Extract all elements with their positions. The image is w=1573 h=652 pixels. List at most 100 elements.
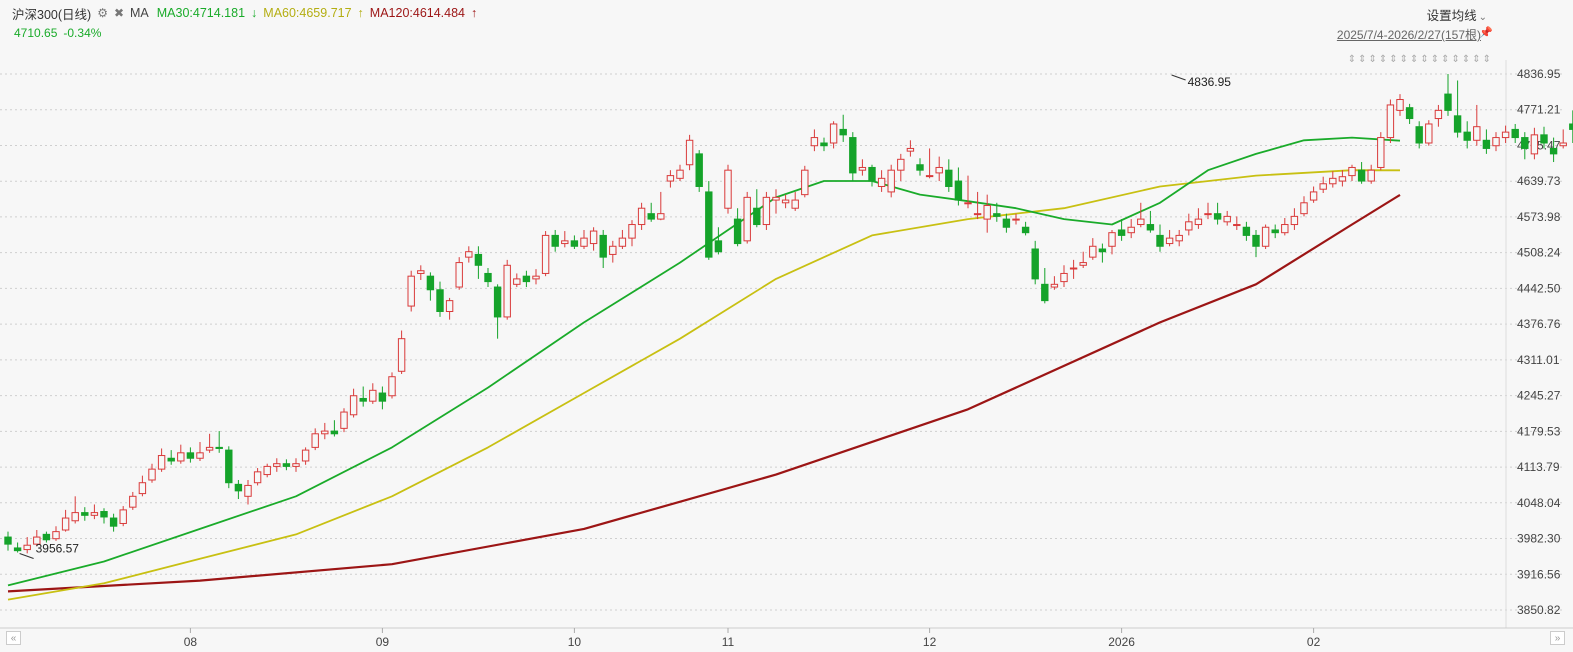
- candle-body: [1041, 283, 1049, 302]
- y-tick-label: 4771.21: [1517, 103, 1561, 117]
- x-tick-label: 10: [568, 635, 582, 649]
- candle-body: [157, 455, 166, 470]
- candle-body: [599, 234, 607, 258]
- candle-body: [1540, 134, 1548, 144]
- candle-body: [426, 275, 435, 291]
- candle-body: [522, 275, 531, 283]
- candle-body: [186, 452, 195, 459]
- candle-body: [609, 245, 617, 255]
- x-tick-label: 08: [184, 635, 198, 649]
- candle-body: [388, 376, 396, 397]
- candle-body: [858, 166, 867, 171]
- candle-body: [1204, 213, 1212, 216]
- candle-body: [1386, 104, 1395, 139]
- y-tick-label: 4245.27: [1517, 389, 1561, 403]
- candle-body: [666, 175, 675, 182]
- candle-body: [1261, 226, 1270, 247]
- candle-body: [1415, 126, 1423, 144]
- candle-body: [61, 517, 70, 531]
- candle-body: [801, 169, 809, 196]
- candle-body: [714, 240, 723, 253]
- candle-body: [1281, 224, 1289, 234]
- candle-body: [781, 199, 790, 204]
- candle-body: [4, 536, 12, 545]
- candle-body: [772, 196, 780, 201]
- candle-body: [541, 234, 550, 274]
- candle-body: [935, 166, 943, 174]
- x-tick-label: 02: [1307, 635, 1321, 649]
- candle-body: [282, 463, 291, 467]
- candle-body: [455, 262, 463, 288]
- candle-body: [359, 397, 367, 402]
- candle-body: [1569, 123, 1573, 130]
- candle-body: [340, 411, 348, 429]
- annotation-label: 4836.95: [1188, 75, 1232, 89]
- candle-body: [561, 240, 569, 245]
- candle-body: [1117, 229, 1126, 236]
- candle-body: [493, 286, 502, 318]
- candle-body: [877, 177, 886, 187]
- candle-body: [1252, 234, 1260, 247]
- candle-body: [1137, 218, 1145, 226]
- candle-body: [1530, 134, 1539, 155]
- candle-body: [474, 253, 483, 266]
- candlestick-chart[interactable]: 4836.954771.214705.474639.734573.984508.…: [0, 0, 1573, 652]
- y-tick-label: 4508.24: [1517, 246, 1561, 260]
- candle-body: [129, 495, 137, 508]
- candle-body: [1463, 131, 1471, 141]
- annotation-arrow: [19, 553, 34, 559]
- candle-body: [868, 166, 876, 182]
- candle-body: [513, 278, 521, 285]
- scroll-left-button[interactable]: «: [6, 631, 21, 645]
- candle-body: [695, 153, 703, 187]
- candle-body: [1213, 213, 1222, 220]
- candle-body: [1050, 283, 1059, 288]
- candle-body: [916, 164, 924, 171]
- candle-body: [1549, 147, 1558, 155]
- candle-body: [42, 533, 51, 541]
- candle-body: [1165, 237, 1174, 245]
- candle-body: [1377, 137, 1385, 168]
- candle-body: [791, 199, 799, 209]
- candle-body: [1329, 177, 1337, 185]
- candle-body: [1108, 232, 1116, 247]
- candle-body: [330, 430, 339, 435]
- scroll-right-button[interactable]: »: [1550, 631, 1565, 645]
- candle-body: [1300, 202, 1308, 215]
- candle-body: [1194, 218, 1203, 226]
- candle-body: [196, 452, 204, 459]
- candle-body: [407, 275, 415, 307]
- candle-body: [417, 270, 425, 274]
- candle-body: [301, 449, 310, 462]
- candle-body: [1309, 191, 1318, 201]
- candle-body: [1501, 131, 1510, 139]
- candle-body: [205, 446, 214, 451]
- candle-body: [628, 224, 636, 239]
- candle-body: [1185, 221, 1193, 231]
- candle-body: [954, 180, 963, 201]
- candle-body: [1175, 234, 1183, 242]
- y-tick-label: 4376.76: [1517, 317, 1561, 331]
- candle-body: [81, 512, 89, 516]
- candle-body: [964, 202, 972, 205]
- candle-body: [1521, 137, 1529, 149]
- y-tick-label: 4048.04: [1517, 496, 1561, 510]
- candle-body: [167, 457, 175, 462]
- candle-body: [292, 463, 300, 467]
- candle-body: [685, 139, 694, 166]
- y-tick-label: 4179.53: [1517, 424, 1561, 438]
- candle-body: [1319, 183, 1327, 190]
- candle-body: [148, 468, 156, 481]
- candle-body: [215, 446, 223, 449]
- candle-body: [1021, 226, 1030, 234]
- ma30-line: [7, 136, 1401, 587]
- y-tick-label: 4639.73: [1517, 174, 1561, 188]
- candle-body: [263, 465, 271, 476]
- candle-body: [724, 169, 732, 209]
- candle-body: [762, 196, 771, 226]
- candle-body: [993, 213, 1001, 217]
- candle-body: [570, 240, 579, 247]
- ma120-line: [7, 193, 1401, 593]
- annotation-label: 3956.57: [36, 542, 80, 556]
- candle-body: [52, 531, 60, 540]
